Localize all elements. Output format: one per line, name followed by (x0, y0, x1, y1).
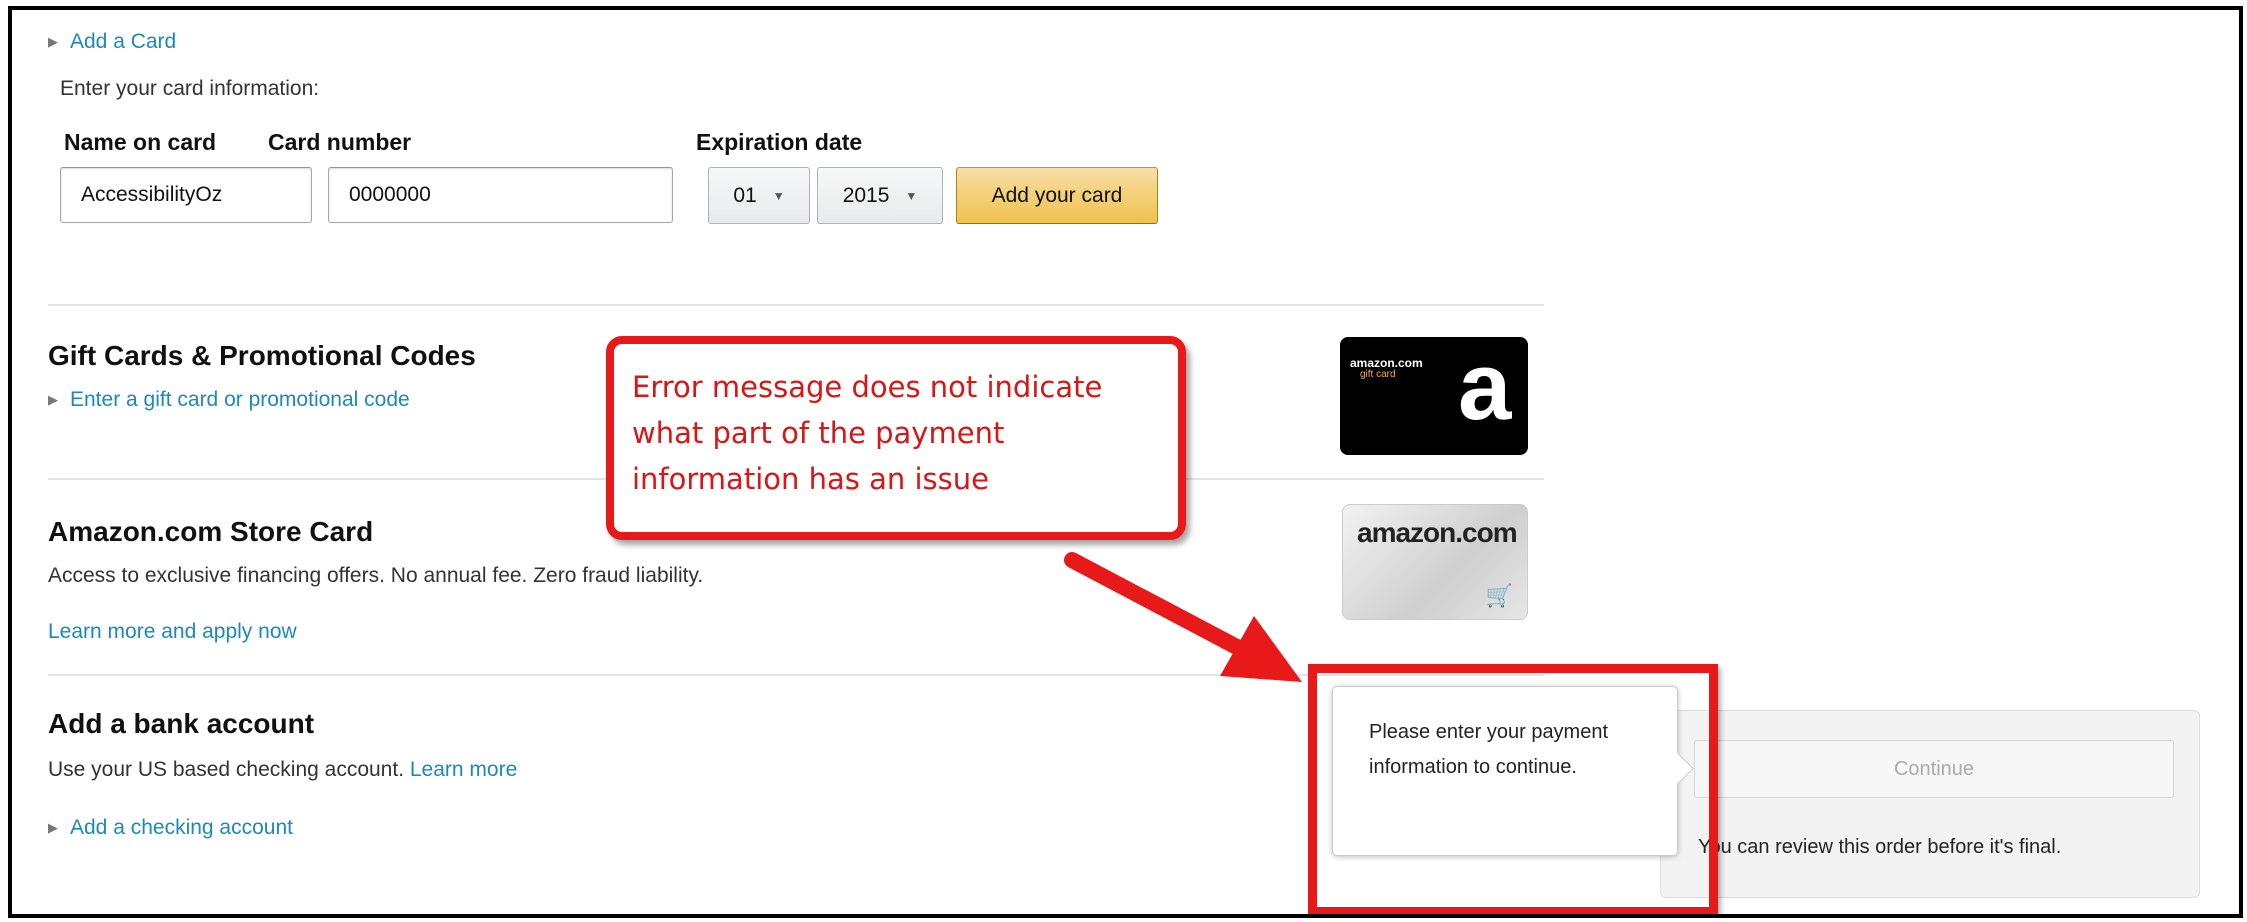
expiration-date-label: Expiration date (696, 129, 863, 155)
add-card-toggle[interactable]: ▶ Add a Card (48, 30, 176, 54)
gift-cards-title: Gift Cards & Promotional Codes (48, 340, 476, 371)
shopping-cart-icon: 🛒 (1485, 583, 1513, 608)
card-number-label: Card number (268, 129, 412, 155)
add-card-label: Add a Card (70, 30, 177, 53)
store-card-title: Amazon.com Store Card (48, 516, 374, 547)
annotation-callout: Error message does not indicate what par… (606, 336, 1186, 540)
continue-button[interactable]: Continue (1694, 740, 2174, 798)
amazon-store-card-image: amazon.com 🛒 (1342, 504, 1528, 620)
bank-account-title: Add a bank account (48, 708, 315, 739)
name-on-card-label: Name on card (64, 129, 217, 155)
store-card-logo: amazon.com (1357, 517, 1518, 548)
name-on-card-input[interactable] (60, 167, 312, 223)
screenshot-frame: ▶ Add a Card Enter your card information:… (8, 6, 2243, 918)
store-card-apply-link[interactable]: Learn more and apply now (48, 620, 297, 644)
expiration-year-select[interactable]: 2015 ▼ (817, 167, 943, 224)
card-number-input[interactable] (328, 167, 673, 223)
amazon-a-logo: a (1458, 333, 1512, 440)
month-value: 01 (733, 183, 757, 207)
triangle-right-icon: ▶ (48, 34, 58, 49)
error-highlight-box (1308, 664, 1718, 914)
add-checking-account-link[interactable]: ▶ Add a checking account (48, 816, 293, 840)
gift-card-link-label: Enter a gift card or promotional code (70, 388, 410, 411)
card-info-instruction: Enter your card information: (60, 77, 320, 100)
annotation-arrow-shaft (1064, 552, 1260, 663)
bank-account-text: Use your US based checking account. (48, 758, 405, 781)
caret-down-icon: ▼ (905, 188, 918, 203)
year-value: 2015 (842, 183, 890, 207)
triangle-right-icon: ▶ (48, 820, 58, 835)
continue-panel (1660, 710, 2200, 898)
learn-more-link[interactable]: Learn more (410, 758, 517, 781)
store-card-description: Access to exclusive financing offers. No… (48, 564, 704, 587)
expiration-month-select[interactable]: 01 ▼ (708, 167, 810, 224)
annotation-arrow-head (1220, 616, 1302, 682)
add-your-card-button[interactable]: Add your card (956, 167, 1158, 224)
amazon-gift-card-image: amazon.com gift card a (1340, 337, 1528, 455)
section-divider (48, 304, 1544, 306)
caret-down-icon: ▼ (772, 188, 785, 203)
add-checking-label: Add a checking account (70, 816, 293, 839)
gift-card-logo: amazon.com (1350, 356, 1423, 370)
annotation-callout-text: Error message does not indicate what par… (632, 370, 1103, 496)
review-order-text: You can review this order before it's fi… (1698, 836, 2062, 858)
bank-account-description: Use your US based checking account. Lear… (48, 758, 517, 782)
triangle-right-icon: ▶ (48, 392, 58, 407)
gift-card-code-link[interactable]: ▶ Enter a gift card or promotional code (48, 388, 410, 412)
gift-card-sub: gift card (1360, 369, 1396, 380)
